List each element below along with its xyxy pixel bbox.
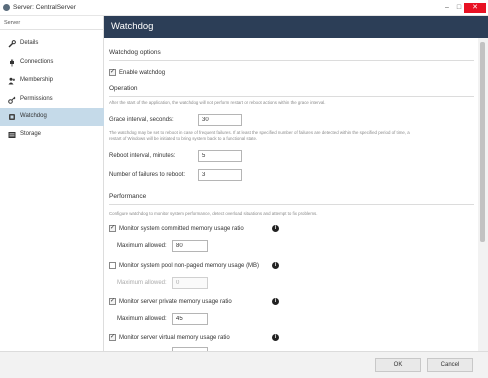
grace-interval-label: Grace interval, seconds: [109, 117, 174, 123]
section-divider [109, 60, 474, 61]
reboot-interval-label: Reboot interval, minutes: [109, 153, 176, 159]
enable-watchdog-label: Enable watchdog [119, 70, 166, 76]
monitor-virtual-memory-checkbox[interactable]: ✓ [109, 334, 116, 341]
sidebar-item-watchdog[interactable]: Watchdog [0, 108, 104, 126]
info-icon[interactable]: i [272, 298, 279, 305]
failures-to-reboot-input[interactable] [198, 169, 242, 181]
users-icon [8, 77, 16, 85]
page-header: Watchdog [104, 16, 488, 38]
sidebar-item-label: Connections [20, 59, 54, 65]
storage-icon [8, 131, 16, 139]
monitor-committed-memory-checkbox[interactable]: ✓ [109, 225, 116, 232]
watchdog-icon [8, 113, 16, 121]
monitor-private-memory-checkbox[interactable]: ✓ [109, 298, 116, 305]
enable-watchdog-checkbox[interactable]: ✓ [109, 69, 116, 76]
watchdog-options-title: Watchdog options [109, 49, 161, 56]
info-icon[interactable]: i [272, 225, 279, 232]
performance-description: Configure watchdog to monitor system per… [109, 211, 318, 216]
sidebar-divider [0, 29, 104, 30]
content-scrollbar[interactable] [478, 38, 488, 351]
info-icon[interactable]: i [272, 334, 279, 341]
sidebar-item-connections[interactable]: Connections [0, 54, 104, 72]
operation-description: After the start of the application, the … [109, 100, 326, 105]
private-memory-max-input[interactable] [172, 313, 208, 325]
dialog-footer: OK Cancel [0, 351, 488, 378]
committed-memory-max-input[interactable] [172, 240, 208, 252]
page-title: Watchdog [111, 21, 154, 32]
monitor-committed-memory-label: Monitor system committed memory usage ra… [119, 226, 244, 232]
grace-interval-input[interactable] [198, 114, 242, 126]
nonpaged-pool-max-input[interactable] [172, 277, 208, 289]
sidebar-item-label: Details [20, 40, 39, 46]
minimize-icon[interactable]: – [441, 3, 453, 13]
sidebar-item-label: Watchdog [20, 113, 47, 119]
sidebar-item-details[interactable]: Details [0, 35, 104, 53]
max-allowed-label: Maximum allowed: [117, 280, 167, 286]
section-divider [109, 96, 474, 97]
section-divider [109, 204, 474, 205]
title-bar: Server: CentralServer – □ ✕ [0, 0, 488, 16]
settings-panel: Watchdog options ✓ Enable watchdog Opera… [104, 38, 478, 351]
reboot-description: The watchdog may be set to reboot in cas… [109, 130, 410, 141]
app-logo-icon [3, 4, 10, 11]
reboot-interval-input[interactable] [198, 150, 242, 162]
performance-title: Performance [109, 193, 147, 200]
sidebar-section-label: Server [4, 20, 21, 26]
key-icon [8, 96, 16, 104]
sidebar-item-label: Permissions [20, 96, 53, 102]
info-icon[interactable]: i [272, 262, 279, 269]
close-icon[interactable]: ✕ [464, 3, 486, 13]
sidebar-item-label: Membership [20, 77, 54, 83]
monitor-nonpaged-pool-checkbox[interactable] [109, 262, 116, 269]
failures-to-reboot-label: Number of failures to reboot: [109, 172, 186, 178]
monitor-virtual-memory-label: Monitor server virtual memory usage rati… [119, 335, 230, 341]
wrench-icon [8, 40, 16, 48]
max-allowed-label: Maximum allowed: [117, 243, 167, 249]
max-allowed-label: Maximum allowed: [117, 316, 167, 322]
sidebar-item-storage[interactable]: Storage [0, 126, 104, 144]
cancel-button[interactable]: Cancel [427, 358, 473, 372]
sidebar-item-permissions[interactable]: Permissions [0, 91, 104, 109]
window-title: Server: CentralServer [13, 4, 76, 11]
sidebar-item-membership[interactable]: Membership [0, 72, 104, 90]
sidebar: Server Details Connections Membership Pe… [0, 16, 104, 351]
ok-button[interactable]: OK [375, 358, 421, 372]
plug-icon [8, 59, 16, 67]
sidebar-item-label: Storage [20, 131, 42, 137]
monitor-nonpaged-pool-label: Monitor system pool non-paged memory usa… [119, 263, 260, 269]
scrollbar-thumb[interactable] [480, 42, 485, 242]
monitor-private-memory-label: Monitor server private memory usage rati… [119, 299, 232, 305]
operation-title: Operation [109, 85, 138, 92]
